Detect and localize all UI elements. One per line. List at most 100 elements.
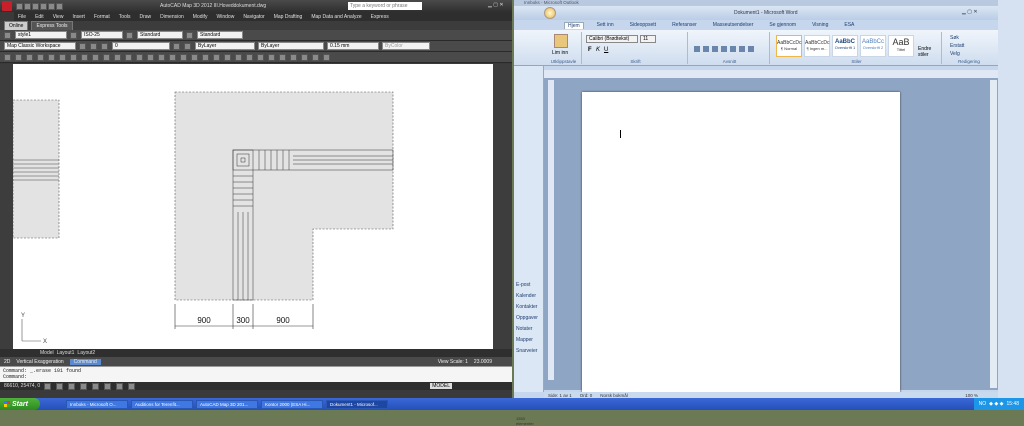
menu-insert[interactable]: Insert bbox=[72, 14, 85, 20]
tab-masseutsendelser[interactable]: Masseutsendelser bbox=[710, 22, 757, 28]
task-auditions[interactable]: Auditions for Terenfit... bbox=[131, 399, 193, 409]
menu-file[interactable]: File bbox=[18, 14, 26, 20]
group-label-editing: Redigering bbox=[958, 59, 980, 64]
menu-edit[interactable]: Edit bbox=[35, 14, 44, 20]
modify-toolbar[interactable] bbox=[493, 64, 512, 349]
tab-sett-inn[interactable]: Sett inn bbox=[594, 22, 617, 28]
standard-toolbar[interactable] bbox=[0, 52, 512, 63]
language-indicator[interactable]: NO bbox=[979, 401, 987, 407]
window-controls[interactable]: ▁ ▢ ✕ bbox=[488, 2, 504, 8]
menu-tools[interactable]: Tools bbox=[119, 14, 131, 20]
document-page[interactable] bbox=[582, 92, 900, 395]
start-button[interactable]: Start bbox=[0, 398, 40, 410]
find-button[interactable]: Søk bbox=[950, 34, 964, 42]
dim-style-combo[interactable]: ISO-25 bbox=[81, 31, 123, 39]
tab-visning[interactable]: Visning bbox=[809, 22, 831, 28]
vertical-exaggeration[interactable]: Vertical Exaggeration bbox=[16, 359, 63, 365]
status-words[interactable]: Ord: 0 bbox=[580, 393, 593, 398]
tab-express-tools[interactable]: Express Tools bbox=[31, 20, 73, 31]
tab-model[interactable]: Model bbox=[40, 350, 54, 356]
style-heading-2[interactable]: AaBbCc Overskrift 2 bbox=[860, 35, 886, 57]
menu-map-drafting[interactable]: Map Drafting bbox=[274, 14, 303, 20]
change-styles-button[interactable]: Endre stiler bbox=[918, 46, 941, 58]
color-combo[interactable]: ByLayer bbox=[195, 42, 255, 50]
italic-button[interactable]: K bbox=[596, 47, 600, 53]
vertical-ruler[interactable] bbox=[548, 80, 554, 380]
lineweight-combo[interactable]: 0.15 mm bbox=[327, 42, 379, 50]
nav-email[interactable]: E-post bbox=[516, 280, 542, 291]
nav-calendar[interactable]: Kalender bbox=[516, 291, 542, 302]
layer-combo[interactable]: 0 bbox=[112, 42, 170, 50]
multileader-style-combo[interactable]: Standard bbox=[197, 31, 243, 39]
model-button[interactable]: MODEL bbox=[430, 383, 452, 389]
task-kontor[interactable]: Kontor 2000 (ESA Hi... bbox=[261, 399, 323, 409]
office-button[interactable] bbox=[544, 7, 556, 19]
linetype-combo[interactable]: ByLayer bbox=[258, 42, 324, 50]
word-window-controls[interactable]: ▁ ▢ ✕ bbox=[962, 9, 978, 15]
replace-button[interactable]: Erstatt bbox=[950, 42, 964, 50]
tab-online[interactable]: Online bbox=[4, 20, 29, 31]
style-heading-1[interactable]: AaBbC Overskrift 1 bbox=[832, 35, 858, 57]
tab-esa[interactable]: ESA bbox=[841, 22, 857, 28]
style-title[interactable]: AaB Tittel bbox=[888, 35, 914, 57]
menu-window[interactable]: Window bbox=[217, 14, 235, 20]
status-language[interactable]: Norsk bokmål bbox=[600, 393, 628, 398]
tab-sideoppsett[interactable]: Sideoppsett bbox=[627, 22, 659, 28]
layout-tabs: Model Layout1 Layout2 bbox=[0, 349, 512, 357]
task-word[interactable]: Dokument1 - Microsof... bbox=[326, 399, 388, 409]
underline-button[interactable]: U bbox=[604, 47, 608, 53]
clock[interactable]: 15:48 bbox=[1006, 401, 1019, 407]
nav-contacts[interactable]: Kontakter bbox=[516, 302, 542, 313]
tab-referanser[interactable]: Referanser bbox=[669, 22, 700, 28]
vertical-scrollbar[interactable] bbox=[990, 80, 997, 388]
nav-tasks[interactable]: Oppgaver bbox=[516, 313, 542, 324]
task-autocad[interactable]: AutoCAD Map 3D 201... bbox=[196, 399, 258, 409]
nav-folders[interactable]: Mapper bbox=[516, 335, 542, 346]
tab-hjem[interactable]: Hjem bbox=[564, 21, 584, 29]
quick-access-toolbar[interactable] bbox=[16, 3, 64, 12]
menu-dimension[interactable]: Dimension bbox=[160, 14, 184, 20]
command-prompt-line[interactable]: Command: bbox=[3, 374, 509, 380]
drawing-canvas[interactable]: 900 300 900 Y X bbox=[13, 64, 493, 349]
command-window[interactable]: Command: _.erase 101 found Command: bbox=[0, 366, 512, 382]
paste-button[interactable]: Lim inn bbox=[552, 50, 568, 56]
menu-modify[interactable]: Modify bbox=[193, 14, 208, 20]
paste-icon[interactable] bbox=[554, 34, 568, 48]
tray-icons[interactable]: ◆ ◆ ◆ bbox=[989, 401, 1003, 407]
zoom-level[interactable]: 100 % bbox=[965, 393, 978, 398]
style-normal[interactable]: AaBbCcDc ¶ Normal bbox=[776, 35, 802, 57]
menu-view[interactable]: View bbox=[53, 14, 64, 20]
font-name-combo[interactable]: Calibri (Brødtekst) bbox=[586, 35, 638, 43]
style-no-spacing[interactable]: AaBbCcDc ¶ Ingen m... bbox=[804, 35, 830, 57]
view-scale[interactable]: View Scale: 1 bbox=[438, 359, 468, 365]
font-size-combo[interactable]: 11 bbox=[640, 35, 656, 43]
text-style-combo[interactable]: style1 bbox=[15, 31, 67, 39]
autocad-app-icon[interactable] bbox=[2, 1, 12, 11]
drawing-status-bar: 86610, 25474, 0 MODEL bbox=[0, 382, 512, 390]
group-styles: AaBbCcDc ¶ Normal AaBbCcDc ¶ Ingen m... Aa… bbox=[772, 32, 942, 64]
command-tab[interactable]: Command bbox=[69, 358, 101, 365]
menu-format[interactable]: Format bbox=[94, 14, 110, 20]
status-2d[interactable]: 2D bbox=[4, 359, 10, 365]
styles-toolbar: style1 ISO-25 Standard Standard bbox=[0, 30, 512, 41]
nav-shortcuts[interactable]: Snarveier bbox=[516, 346, 542, 357]
task-outlook[interactable]: Innboks - Microsoft O... bbox=[66, 399, 128, 409]
alignment-buttons[interactable] bbox=[694, 46, 754, 52]
workspace-combo[interactable]: Map Classic Workspace bbox=[4, 42, 76, 50]
tab-layout2[interactable]: Layout2 bbox=[77, 350, 95, 356]
bold-button[interactable]: F bbox=[588, 47, 592, 53]
select-button[interactable]: Velg bbox=[950, 50, 964, 58]
nav-notes[interactable]: Notater bbox=[516, 324, 542, 335]
table-style-combo[interactable]: Standard bbox=[137, 31, 183, 39]
tab-se-gjennom[interactable]: Se gjennom bbox=[766, 22, 799, 28]
status-page[interactable]: Side: 1 av 1 bbox=[548, 393, 572, 398]
menu-express[interactable]: Express bbox=[371, 14, 389, 20]
horizontal-ruler[interactable] bbox=[544, 70, 998, 78]
help-search-input[interactable]: Type a keyword or phrase bbox=[348, 2, 422, 10]
draw-toolbar[interactable] bbox=[0, 64, 13, 349]
menu-draw[interactable]: Draw bbox=[139, 14, 151, 20]
tab-layout1[interactable]: Layout1 bbox=[57, 350, 75, 356]
menu-map-data[interactable]: Map Data and Analyze bbox=[311, 14, 361, 20]
plotstyle-combo[interactable]: ByColor bbox=[382, 42, 430, 50]
menu-navigator[interactable]: Navigator bbox=[243, 14, 264, 20]
